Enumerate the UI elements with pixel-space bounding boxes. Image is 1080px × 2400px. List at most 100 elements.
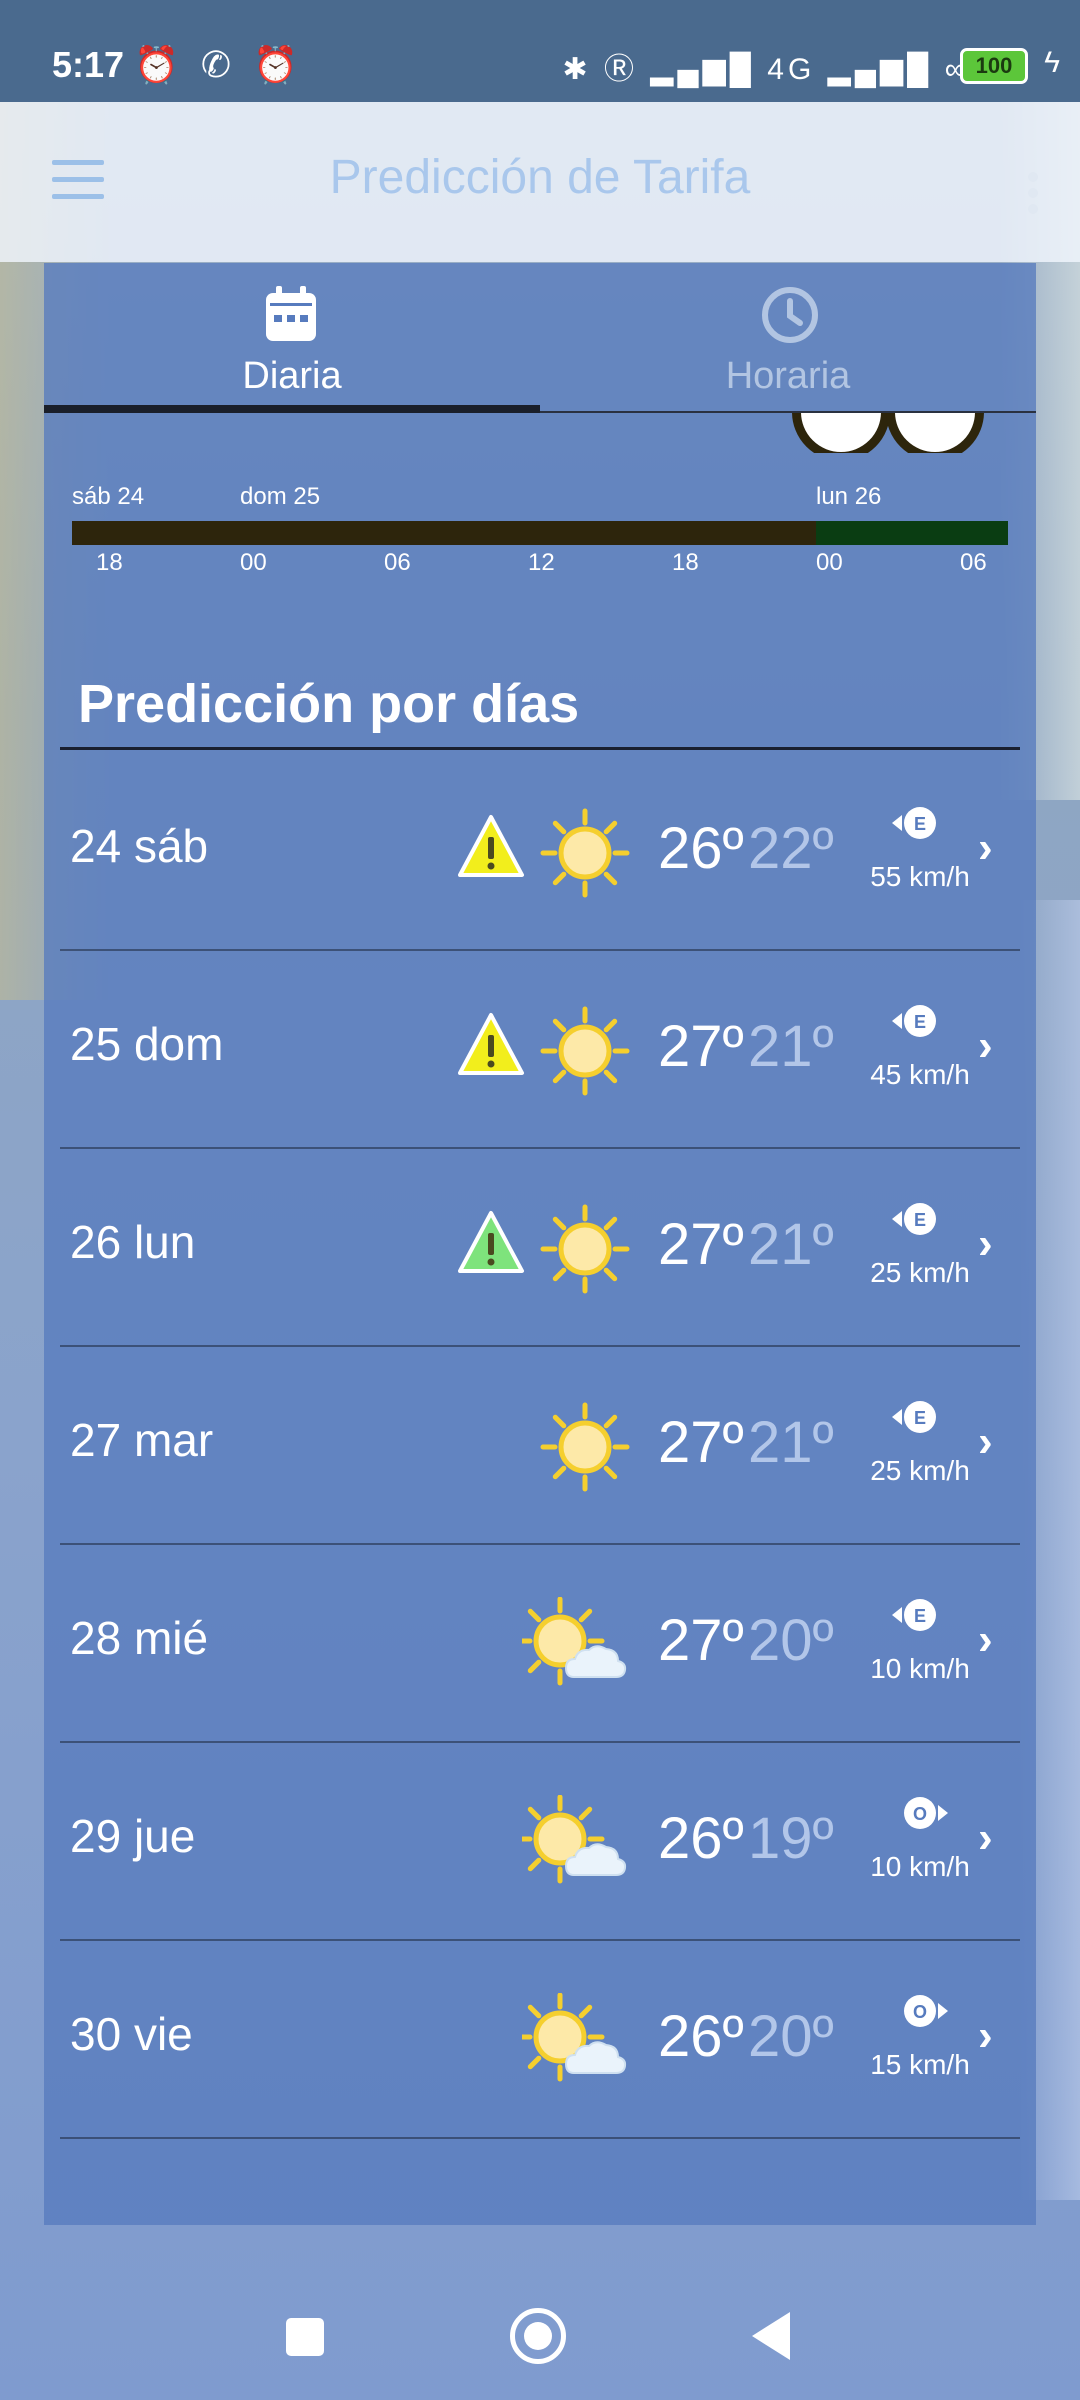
day-forecast-row[interactable]: 26 lun 27º 21º E 25 km/h › (60, 1149, 1020, 1347)
sun-cloud-icon (515, 1794, 632, 1891)
sun-icon (530, 1201, 640, 1297)
section-title: Predicción por días (78, 674, 580, 734)
charging-icon: ϟ (1044, 46, 1060, 79)
temp-min: 20º (748, 1608, 834, 1673)
day-forecast-row[interactable]: 25 dom 27º 21º E 45 km/h › (60, 951, 1020, 1149)
temp-max: 26º (658, 2004, 744, 2069)
tab-bar: Diaria Horaria (44, 263, 1036, 413)
clock-icon (762, 287, 818, 343)
wind-speed: 25 km/h (870, 1257, 970, 1288)
sun-cloud-icon (515, 1596, 632, 1693)
day-forecast-row[interactable]: 30 vie 26º 20º O 15 km/h › (60, 1941, 1020, 2139)
day-label: 28 mié (70, 1612, 209, 1664)
svg-text:O: O (913, 1804, 927, 1824)
timeline-hour: 06 (384, 549, 411, 576)
chevron-right-icon: › (978, 1021, 993, 1070)
timeline-segment (240, 521, 816, 545)
notification-icons: ⏰ ✆ ⏰ (134, 44, 304, 85)
day-label: 24 sáb (70, 820, 209, 872)
temp-max: 27º (658, 1212, 744, 1277)
navigation-bar (0, 2260, 1080, 2400)
wind-speed: 55 km/h (870, 861, 970, 892)
sun-icon (530, 1003, 640, 1099)
section-divider (60, 747, 1020, 750)
forecast-card: Diaria Horaria sáb 24 dom 25 lun 26 18 0… (44, 263, 1036, 2225)
chevron-right-icon: › (978, 1219, 993, 1268)
timeline-day: sáb 24 (72, 483, 145, 510)
warning-icon (456, 1209, 526, 1275)
chevron-right-icon: › (978, 1417, 993, 1466)
page-title: Predicción de Tarifa (329, 151, 751, 204)
day-forecast-row[interactable]: 24 sáb 26º 22º E 55 km/h › (60, 753, 1020, 951)
svg-text:E: E (914, 1606, 926, 1626)
recent-apps-button[interactable] (286, 2318, 324, 2356)
day-label: 25 dom (70, 1018, 224, 1070)
timeline-day: lun 26 (816, 483, 882, 510)
tab-label: Horaria (725, 355, 851, 397)
status-bar: 5:17 ⏰ ✆ ⏰ ✱ Ⓡ ▂▄▆█ 4G ▂▄▆█ ∞ 100 ϟ (0, 0, 1080, 102)
temp-max: 26º (658, 816, 744, 881)
chevron-right-icon: › (978, 1813, 993, 1862)
timeline-hour: 12 (528, 549, 555, 576)
home-button[interactable] (510, 2308, 566, 2364)
timeline-marker (886, 413, 984, 453)
day-label: 26 lun (70, 1216, 196, 1268)
day-forecast-row[interactable]: 28 mié 27º 20º E 10 km/h › (60, 1545, 1020, 1743)
day-forecast-row[interactable]: 29 jue 26º 19º O 10 km/h › (60, 1743, 1020, 1941)
sun-cloud-icon (515, 1992, 632, 2089)
battery-icon: 100 (960, 48, 1028, 84)
chevron-right-icon: › (978, 2011, 993, 2060)
timeline-segment (816, 521, 1008, 545)
warning-icon (456, 1011, 526, 1077)
tab-horaria[interactable]: Horaria (540, 263, 1036, 413)
temp-max: 27º (658, 1014, 744, 1079)
more-options-icon[interactable] (1028, 172, 1038, 220)
system-icons: ✱ Ⓡ ▂▄▆█ 4G ▂▄▆█ ∞ (562, 53, 970, 86)
temp-min: 21º (748, 1014, 834, 1079)
wind-speed: 45 km/h (870, 1059, 970, 1090)
tab-label: Diaria (242, 355, 342, 397)
wind-direction-icon: E (860, 1199, 980, 1239)
wind-speed: 10 km/h (870, 1851, 970, 1882)
timeline-hour: 18 (672, 549, 699, 576)
wind-speed: 25 km/h (870, 1455, 970, 1486)
timeline-day: dom 25 (240, 483, 321, 510)
svg-text:O: O (913, 2002, 927, 2022)
svg-text:E: E (914, 1012, 926, 1032)
timeline-hour: 18 (96, 549, 123, 576)
status-time: 5:17 (52, 44, 125, 85)
calendar-icon (266, 286, 316, 341)
temp-min: 19º (748, 1806, 834, 1871)
app-bar: Predicción de Tarifa (0, 102, 1080, 262)
tab-diaria[interactable]: Diaria (44, 263, 540, 413)
wind-speed: 15 km/h (870, 2049, 970, 2080)
wind-direction-icon: O (860, 1793, 980, 1833)
temp-min: 22º (748, 816, 834, 881)
back-button[interactable] (752, 2312, 790, 2360)
svg-text:E: E (914, 1210, 926, 1230)
temp-min: 21º (748, 1212, 834, 1277)
temp-max: 26º (658, 1806, 744, 1871)
temp-max: 27º (658, 1410, 744, 1475)
wind-direction-icon: E (860, 1595, 980, 1635)
timeline-marker (792, 413, 890, 453)
sun-icon (530, 805, 640, 901)
timeline-markers (44, 413, 1036, 453)
svg-text:E: E (914, 1408, 926, 1428)
svg-text:E: E (914, 814, 926, 834)
wind-direction-icon: O (860, 1991, 980, 2031)
timeline-hour: 00 (240, 549, 267, 576)
chevron-right-icon: › (978, 823, 993, 872)
wind-direction-icon: E (860, 1001, 980, 1041)
wind-direction-icon: E (860, 1397, 980, 1437)
sun-icon (530, 1399, 640, 1495)
warning-icon (456, 813, 526, 879)
wind-direction-icon: E (860, 803, 980, 843)
timeline-segment (72, 521, 241, 545)
day-forecast-row[interactable]: 27 mar 27º 21º E 25 km/h › (60, 1347, 1020, 1545)
tab-indicator (44, 405, 540, 413)
temp-max: 27º (658, 1608, 744, 1673)
wind-speed: 10 km/h (870, 1653, 970, 1684)
temp-min: 21º (748, 1410, 834, 1475)
warning-timeline: sáb 24 dom 25 lun 26 18 00 06 12 18 00 0… (72, 473, 1008, 613)
